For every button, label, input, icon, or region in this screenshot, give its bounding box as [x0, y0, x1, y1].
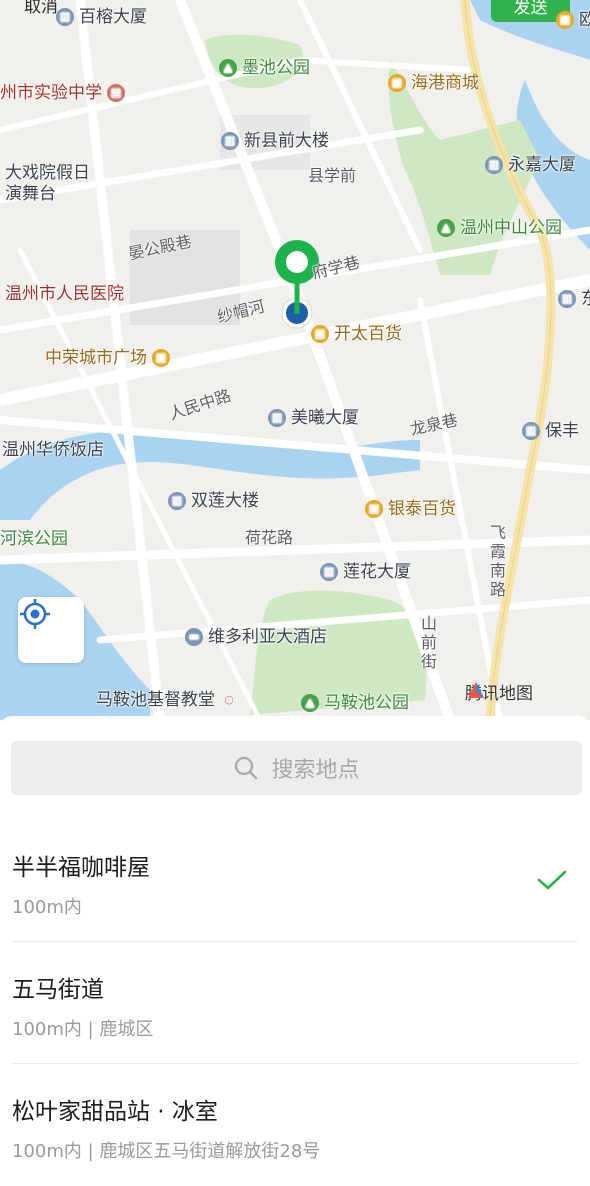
- place-item[interactable]: 五马街道 100m内 | 鹿城区: [0, 942, 590, 1064]
- park-icon: ▲: [301, 694, 319, 712]
- poi-xinxianqian-building[interactable]: ▥ 新县前大楼: [221, 131, 329, 151]
- search-icon: [235, 756, 258, 780]
- place-item[interactable]: 松叶家甜品站 · 冰室 100m内 | 鹿城区五马街道解放街28号: [0, 1064, 590, 1186]
- place-detail: 100m内 | 鹿城区五马街道解放街28号: [12, 1141, 321, 1162]
- poi-baofeng[interactable]: ▥ 保丰: [522, 421, 579, 441]
- place-name: 松叶家甜品站 · 冰室: [12, 1099, 218, 1125]
- poi-maanchi-church[interactable]: 马鞍池基督教堂 ○: [96, 690, 238, 710]
- poi-lianhua-building[interactable]: ▥ 莲花大厦: [320, 562, 411, 582]
- building-icon: ▥: [268, 409, 286, 427]
- poi-haigang-mall[interactable]: ▣ 海港商城: [388, 73, 479, 93]
- shopping-icon: ▣: [556, 11, 574, 29]
- poi-experimental-school[interactable]: 州市实验中学 ▤: [0, 83, 125, 103]
- road-feixia-south: 飞霞南路: [490, 523, 507, 599]
- locate-button[interactable]: [18, 597, 84, 663]
- map-view[interactable]: 取消 发送 ▣ 欧 ▥ 百榕大厦 ▲ 墨池公园 ▣ 海港商城 州市实验中学 ▤ ▥ 新县前大…: [0, 0, 590, 720]
- road-shanqian: 山前街: [421, 614, 438, 671]
- road-hehua: 荷花路: [245, 528, 294, 547]
- shopping-icon: ▣: [388, 74, 406, 92]
- shopping-icon: ▣: [152, 349, 170, 367]
- poi-kaitai-department[interactable]: ▣ 开太百货: [311, 324, 402, 344]
- poi-maanchi-park[interactable]: ▲ 马鞍池公园: [301, 693, 409, 713]
- locate-icon: [20, 599, 50, 629]
- poi-mochi-park[interactable]: ▲ 墨池公园: [219, 58, 310, 78]
- map-brand: 腾讯地图: [465, 679, 533, 704]
- poi-victoria-hotel[interactable]: ▬ 维多利亚大酒店: [185, 627, 327, 647]
- poi-corner[interactable]: ▣ 欧: [556, 10, 590, 30]
- road-xianxueqian: 县学前: [308, 166, 357, 185]
- building-icon: ▥: [558, 290, 576, 308]
- school-icon: ▤: [107, 84, 125, 102]
- building-icon: ▥: [168, 492, 186, 510]
- church-icon: ○: [224, 693, 234, 706]
- poi-huaqiao-hotel[interactable]: 温州华侨饭店: [2, 440, 104, 460]
- poi-shuanglian-building[interactable]: ▥ 双莲大楼: [168, 491, 259, 511]
- building-icon: ▥: [320, 563, 338, 581]
- poi-yintai-department[interactable]: ▣ 银泰百货: [365, 499, 456, 519]
- tencent-map-logo-icon: [468, 682, 484, 698]
- poi-zhongrong-plaza[interactable]: 中荣城市广场 ▣: [45, 348, 170, 368]
- search-input[interactable]: 搜索地点: [11, 741, 582, 795]
- poi-hebin-park[interactable]: 河滨公园: [0, 529, 68, 549]
- place-item[interactable]: 半半福咖啡屋 100m内: [0, 820, 590, 942]
- place-name: 半半福咖啡屋: [12, 855, 150, 881]
- building-icon: ▥: [522, 422, 540, 440]
- shopping-icon: ▣: [311, 325, 329, 343]
- park-icon: ▲: [437, 219, 455, 237]
- place-detail: 100m内: [12, 897, 82, 918]
- place-name: 五马街道: [12, 977, 104, 1003]
- building-icon: ▥: [56, 8, 74, 26]
- cancel-button[interactable]: 取消: [24, 0, 58, 17]
- poi-theatre[interactable]: 大戏院假日 演舞台: [5, 163, 90, 205]
- checkmark-icon: [537, 870, 567, 890]
- search-placeholder: 搜索地点: [271, 758, 360, 783]
- poi-meixi-building[interactable]: ▥ 美曦大厦: [268, 408, 359, 428]
- poi-peoples-hospital[interactable]: 温州市人民医院: [5, 284, 124, 304]
- hotel-icon: ▬: [185, 628, 203, 646]
- building-icon: ▥: [221, 132, 239, 150]
- poi-baironghousing[interactable]: ▥ 百榕大厦: [56, 7, 147, 27]
- shopping-icon: ▣: [365, 500, 383, 518]
- park-icon: ▲: [219, 59, 237, 77]
- poi-edge-building[interactable]: ▥ 东: [558, 289, 590, 309]
- place-detail: 100m内 | 鹿城区: [12, 1019, 154, 1040]
- poi-yongjia-building[interactable]: ▥ 永嘉大厦: [485, 155, 576, 175]
- poi-zhongshan-park[interactable]: ▲ 温州中山公园: [437, 218, 562, 238]
- building-icon: ▥: [485, 156, 503, 174]
